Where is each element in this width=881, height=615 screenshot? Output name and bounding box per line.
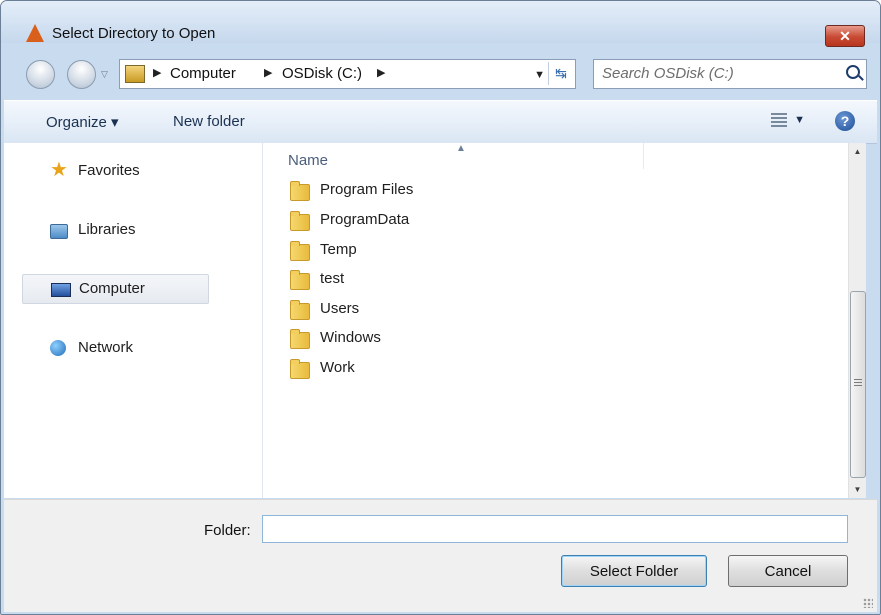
folder-icon <box>290 211 310 231</box>
sidebar-item-libraries[interactable]: Libraries <box>22 216 207 244</box>
folder-name: ProgramData <box>320 211 410 228</box>
search-placeholder: Search OSDisk (C:) <box>602 65 734 82</box>
bottom-panel: Folder: Select Folder Cancel <box>4 499 877 612</box>
sidebar-item-label: Network <box>78 339 134 356</box>
view-dropdown-icon[interactable]: ▼ <box>794 114 805 126</box>
list-item[interactable]: Windows <box>290 326 850 352</box>
computer-icon <box>51 283 71 297</box>
search-input[interactable]: Search OSDisk (C:) <box>593 59 867 89</box>
folder-icon <box>290 329 310 349</box>
folder-icon <box>290 359 310 379</box>
address-bar[interactable]: ▶ Computer ▶ OSDisk (C:) ▶ ▼ ↹ <box>119 59 576 89</box>
sidebar-item-label: Favorites <box>78 162 140 179</box>
list-item[interactable]: Temp <box>290 238 850 264</box>
sort-ascending-icon: ▲ <box>456 143 466 154</box>
command-toolbar: Organize ▾ New folder ▼ ? <box>4 100 877 144</box>
star-icon: ★ <box>50 159 68 181</box>
close-button[interactable]: ✕ <box>825 25 865 47</box>
list-item[interactable]: Users <box>290 297 850 323</box>
grip-icon <box>854 379 862 387</box>
folder-icon <box>290 300 310 320</box>
recent-pages-dropdown-icon[interactable]: ▽ <box>101 69 108 80</box>
breadcrumb-computer[interactable]: Computer <box>170 65 236 82</box>
folder-name: Program Files <box>320 181 414 198</box>
resize-grip-icon[interactable] <box>863 598 873 608</box>
view-options-icon[interactable] <box>771 113 787 127</box>
drive-icon <box>125 65 145 83</box>
file-list: ▲ Name Program Files ProgramData Temp te… <box>263 143 848 498</box>
vertical-scrollbar[interactable]: ▲ ▼ <box>848 143 866 498</box>
folder-name: test <box>320 270 345 287</box>
forward-button[interactable] <box>67 60 96 89</box>
sidebar-item-favorites[interactable]: ★ Favorites <box>22 157 207 185</box>
list-item[interactable]: Work <box>290 356 850 382</box>
breadcrumb-osdisk[interactable]: OSDisk (C:) <box>282 65 362 82</box>
folder-icon <box>290 241 310 261</box>
window-title: Select Directory to Open <box>52 25 216 42</box>
sidebar-item-network[interactable]: Network <box>22 334 207 362</box>
libraries-icon <box>50 224 68 239</box>
address-dropdown-icon[interactable]: ▼ <box>534 69 545 81</box>
sidebar-item-label: Libraries <box>78 221 136 238</box>
scroll-down-arrow-icon[interactable]: ▼ <box>849 481 866 498</box>
organize-menu[interactable]: Organize ▾ <box>46 113 119 131</box>
breadcrumb-chevron-icon[interactable]: ▶ <box>264 66 272 79</box>
list-item[interactable]: Program Files <box>290 178 850 204</box>
select-folder-button[interactable]: Select Folder <box>561 555 707 587</box>
refresh-icon[interactable]: ↹ <box>548 62 573 85</box>
help-icon[interactable]: ? <box>835 111 855 131</box>
folder-label: Folder: <box>204 522 251 539</box>
folder-name: Temp <box>320 241 357 258</box>
list-item[interactable]: ProgramData <box>290 208 850 234</box>
dialog-window: Select Directory to Open ✕ ▽ ▶ Computer … <box>0 0 881 615</box>
breadcrumb-chevron-icon[interactable]: ▶ <box>153 66 161 79</box>
folder-icon <box>290 270 310 290</box>
folder-icon <box>290 181 310 201</box>
back-button[interactable] <box>26 60 55 89</box>
scroll-up-arrow-icon[interactable]: ▲ <box>849 143 866 160</box>
column-divider[interactable] <box>643 143 644 169</box>
sidebar-item-computer[interactable]: Computer <box>22 274 209 304</box>
title-bar[interactable]: Select Directory to Open ✕ <box>1 1 880 47</box>
network-icon <box>50 340 66 356</box>
name-column-header[interactable]: Name <box>288 152 328 169</box>
folder-name: Users <box>320 300 360 317</box>
cancel-button[interactable]: Cancel <box>728 555 848 587</box>
folder-field[interactable] <box>262 515 848 543</box>
matlab-app-icon <box>26 24 44 42</box>
scrollbar-thumb[interactable] <box>850 291 866 478</box>
list-item[interactable]: test <box>290 267 850 293</box>
search-icon[interactable] <box>846 65 860 79</box>
breadcrumb-chevron-icon[interactable]: ▶ <box>377 66 385 79</box>
folder-name: Work <box>320 359 355 376</box>
folder-name: Windows <box>320 329 381 346</box>
new-folder-button[interactable]: New folder <box>173 113 245 130</box>
navigation-pane: ★ Favorites Libraries Computer Network <box>4 143 263 498</box>
sidebar-item-label: Computer <box>79 280 145 297</box>
